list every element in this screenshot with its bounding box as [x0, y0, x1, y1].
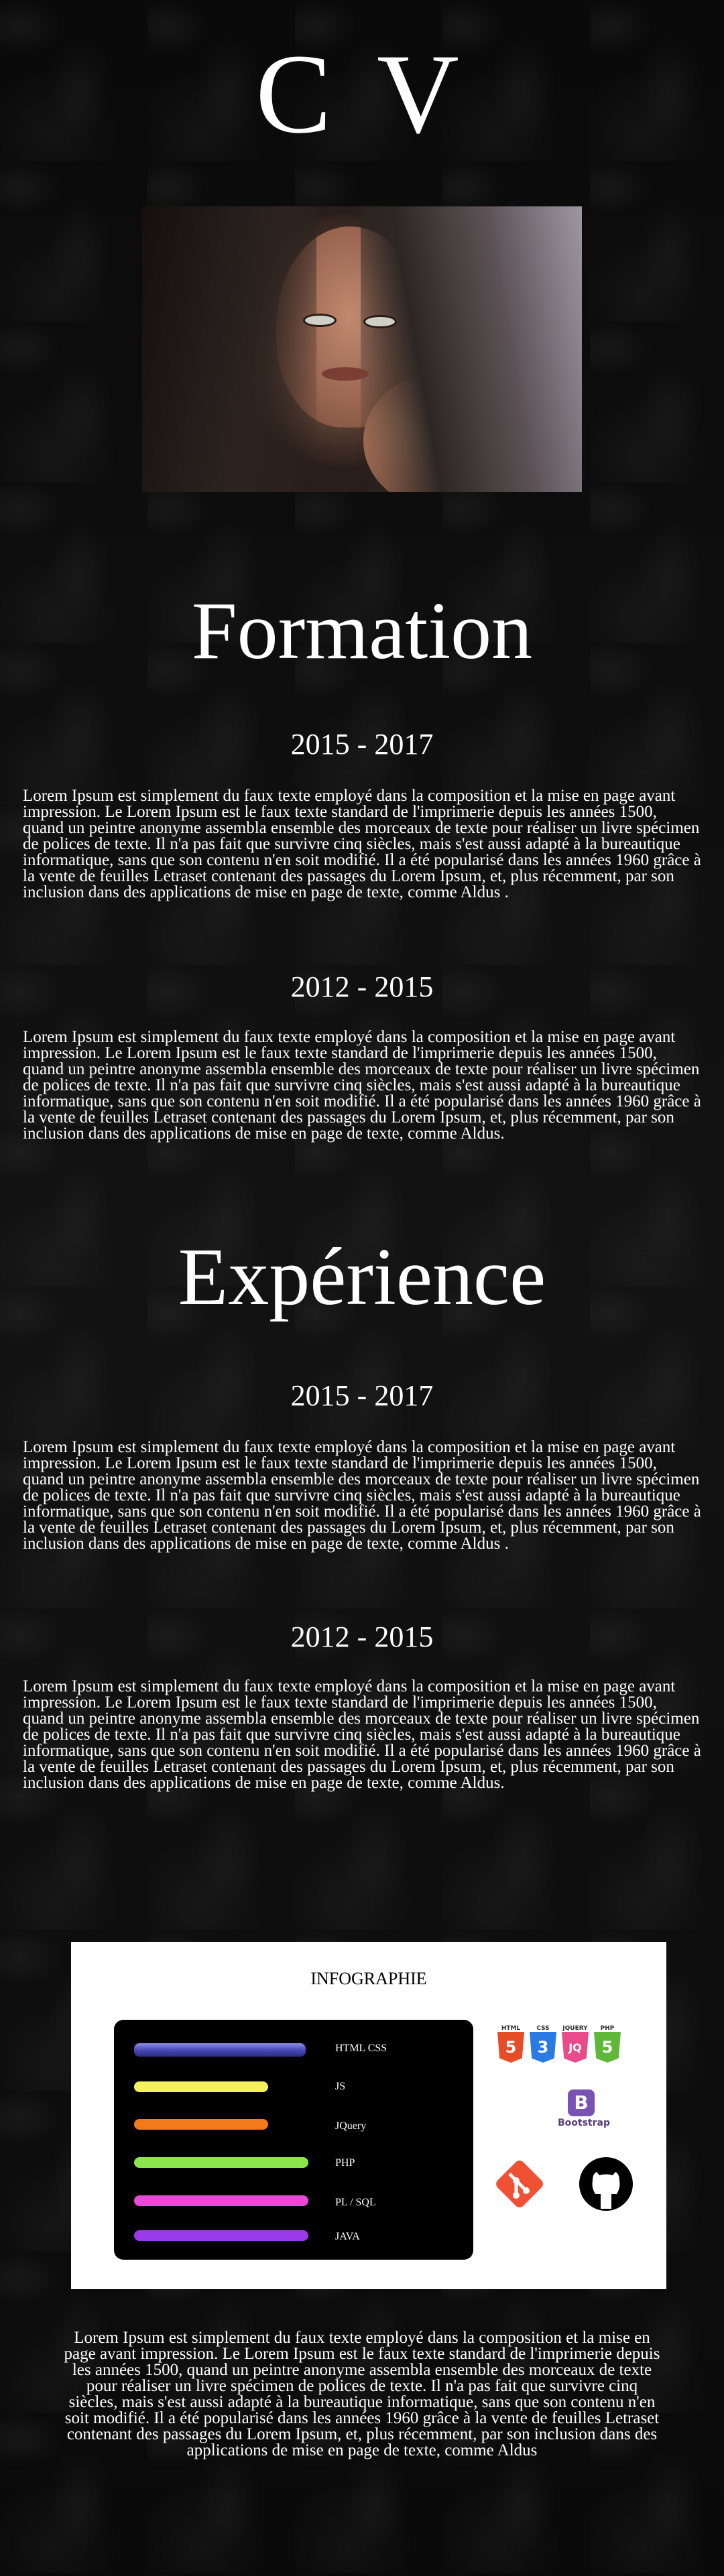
css3-logo: CSS 3	[530, 2025, 556, 2063]
skill-bar-jquery	[134, 2119, 268, 2130]
formation-heading: Formation	[191, 586, 533, 676]
skill-bar-plsql	[134, 2195, 308, 2206]
skill-label-js: JS	[335, 2081, 346, 2092]
skill-label-php: PHP	[335, 2157, 355, 2169]
html5-logo: HTML 5	[497, 2025, 524, 2063]
photo-hair-right	[361, 206, 582, 492]
skill-bar-java	[134, 2230, 308, 2241]
skills-panel: HTML CSS JS JQuery PHP PL / SQL JAVA	[114, 2020, 473, 2260]
photo-eye-left	[303, 314, 337, 327]
photo-eye-right	[363, 315, 397, 328]
html5-logo-caption: HTML	[501, 2025, 521, 2032]
html5-icon: 5	[497, 2032, 524, 2063]
skill-bar-php	[134, 2157, 308, 2168]
php-icon: 5	[594, 2032, 621, 2063]
jquery-icon: JQ	[562, 2032, 589, 2063]
photo-hair-left	[142, 206, 316, 492]
skill-bar-html-css	[134, 2043, 306, 2057]
php-logo-caption: PHP	[600, 2025, 615, 2032]
experience-text-2: Lorem Ipsum est simplement du faux texte…	[23, 1677, 701, 1792]
php-logo: PHP 5	[594, 2025, 621, 2063]
skill-bar-js	[134, 2081, 268, 2092]
page-title: C V	[255, 31, 469, 157]
formation-years-2: 2012 - 2015	[290, 970, 434, 1003]
experience-text-1: Lorem Ipsum est simplement du faux texte…	[23, 1438, 701, 1553]
skill-label-java: JAVA	[335, 2231, 360, 2242]
git-icon	[489, 2154, 550, 2217]
github-icon	[572, 2154, 640, 2217]
experience-years-1: 2015 - 2017	[290, 1379, 434, 1412]
experience-years-2: 2012 - 2015	[290, 1620, 434, 1653]
bootstrap-icon: B	[568, 2089, 595, 2116]
git-icon-graphic	[496, 2161, 543, 2207]
css3-icon: 3	[530, 2032, 556, 2063]
skill-label-html-css: HTML CSS	[335, 2043, 387, 2054]
jquery-logo-caption: JQUERY	[562, 2025, 588, 2032]
experience-heading: Expérience	[178, 1232, 546, 1322]
jquery-logo: JQUERY JQ	[562, 2025, 589, 2063]
infographic-title: INFOGRAPHIE	[310, 1969, 427, 1988]
photo-lips	[322, 367, 369, 381]
css3-logo-caption: CSS	[536, 2025, 550, 2032]
skill-label-jquery: JQuery	[335, 2120, 367, 2132]
github-icon-graphic	[579, 2157, 633, 2211]
infographic-card: INFOGRAPHIE HTML CSS JS JQuery PHP PL / …	[71, 1942, 666, 2289]
formation-text-2: Lorem Ipsum est simplement du faux texte…	[23, 1028, 701, 1143]
bootstrap-logo-caption: Bootstrap	[558, 2118, 610, 2128]
footer-text: Lorem Ipsum est simplement du faux texte…	[64, 2329, 660, 2459]
formation-years-1: 2015 - 2017	[290, 728, 434, 761]
profile-photo	[142, 206, 582, 492]
skill-label-plsql: PL / SQL	[335, 2197, 376, 2208]
formation-text-1: Lorem Ipsum est simplement du faux texte…	[23, 787, 701, 901]
bootstrap-logo: B Bootstrap	[558, 2089, 610, 2128]
